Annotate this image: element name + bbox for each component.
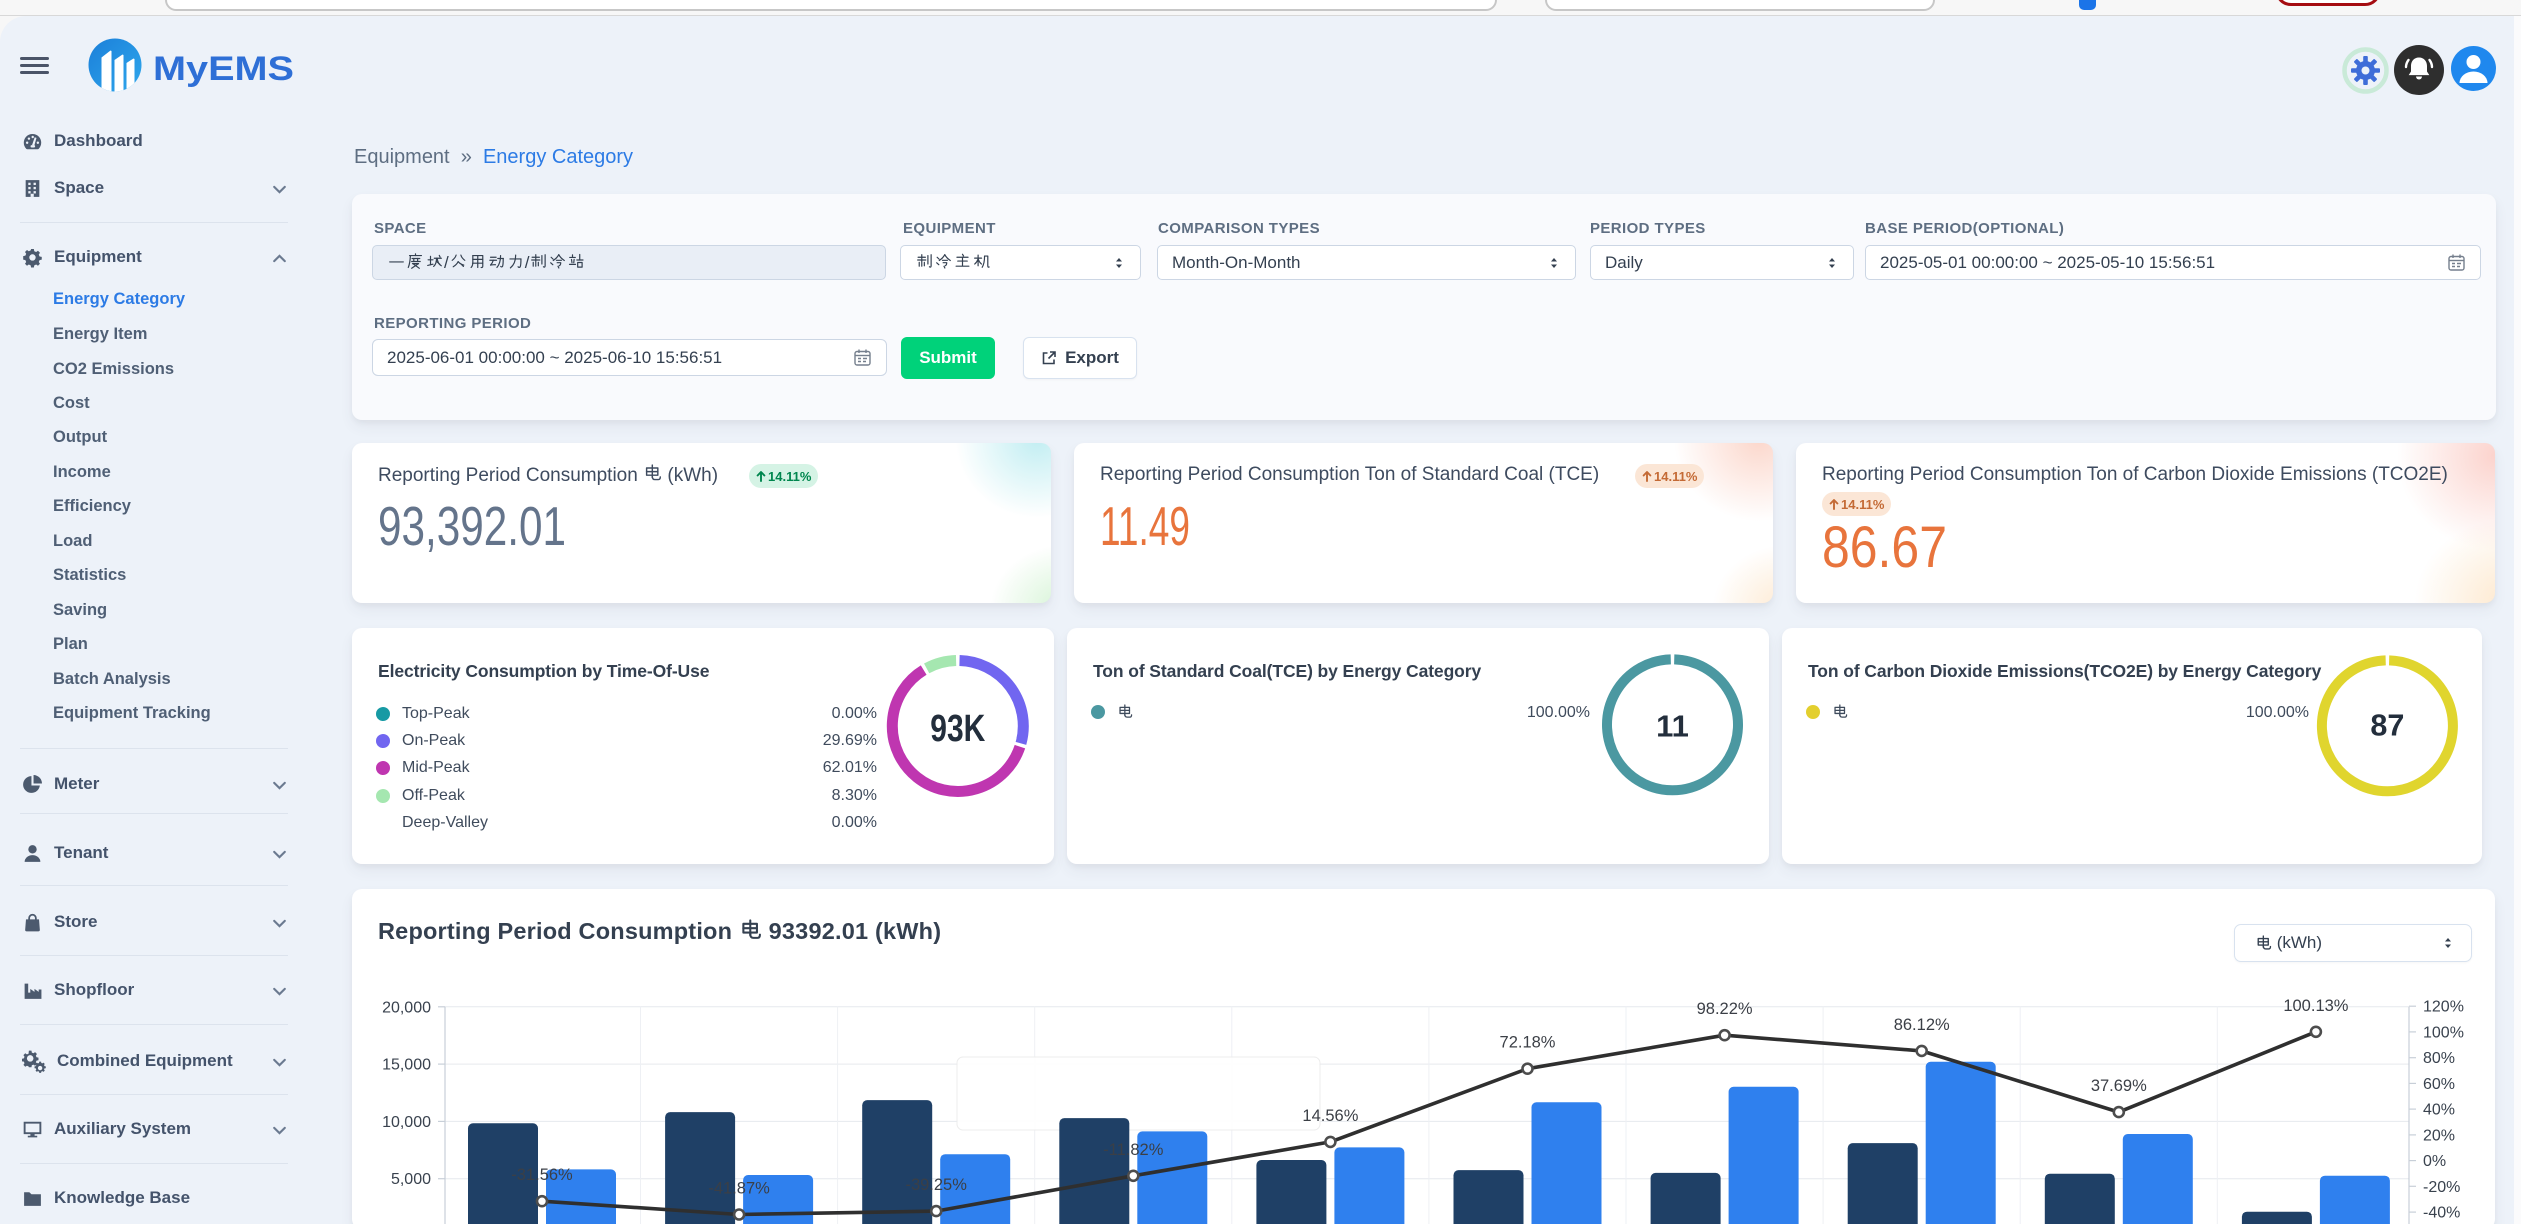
- svg-text:5,000: 5,000: [391, 1171, 431, 1188]
- svg-text:20,000: 20,000: [382, 999, 431, 1016]
- svg-text:86.67: 86.67: [1822, 524, 1947, 574]
- svg-text:87: 87: [2370, 707, 2404, 742]
- svg-text:86.12%: 86.12%: [1894, 1016, 1950, 1034]
- svg-text:10,000: 10,000: [382, 1114, 431, 1131]
- svg-text:100%: 100%: [2423, 1024, 2464, 1041]
- svg-text:60%: 60%: [2423, 1076, 2455, 1093]
- svg-text:11: 11: [1656, 709, 1689, 744]
- svg-text:98.22%: 98.22%: [1697, 1000, 1753, 1018]
- svg-text:93K: 93K: [930, 708, 985, 750]
- svg-text:-40%: -40%: [2423, 1205, 2460, 1222]
- svg-text:93,392.01: 93,392.01: [378, 501, 566, 553]
- svg-text:-41.87%: -41.87%: [708, 1180, 770, 1198]
- svg-text:100.13%: 100.13%: [2283, 997, 2348, 1015]
- svg-text:14.56%: 14.56%: [1302, 1107, 1358, 1125]
- svg-text:-20%: -20%: [2423, 1179, 2460, 1196]
- svg-text:15,000: 15,000: [382, 1057, 431, 1074]
- svg-text:72.18%: 72.18%: [1500, 1034, 1556, 1052]
- svg-text:120%: 120%: [2423, 999, 2464, 1016]
- svg-text:20%: 20%: [2423, 1127, 2455, 1144]
- svg-text:37.69%: 37.69%: [2091, 1077, 2147, 1095]
- svg-text:MyEMS: MyEMS: [153, 50, 294, 88]
- svg-text:40%: 40%: [2423, 1102, 2455, 1119]
- svg-text:11.49: 11.49: [1100, 501, 1190, 553]
- svg-text:-11.82%: -11.82%: [1103, 1141, 1164, 1159]
- svg-text:-31.56%: -31.56%: [511, 1166, 573, 1184]
- svg-text:80%: 80%: [2423, 1050, 2455, 1067]
- svg-text:-39.25%: -39.25%: [905, 1176, 967, 1194]
- svg-text:0%: 0%: [2423, 1153, 2446, 1170]
